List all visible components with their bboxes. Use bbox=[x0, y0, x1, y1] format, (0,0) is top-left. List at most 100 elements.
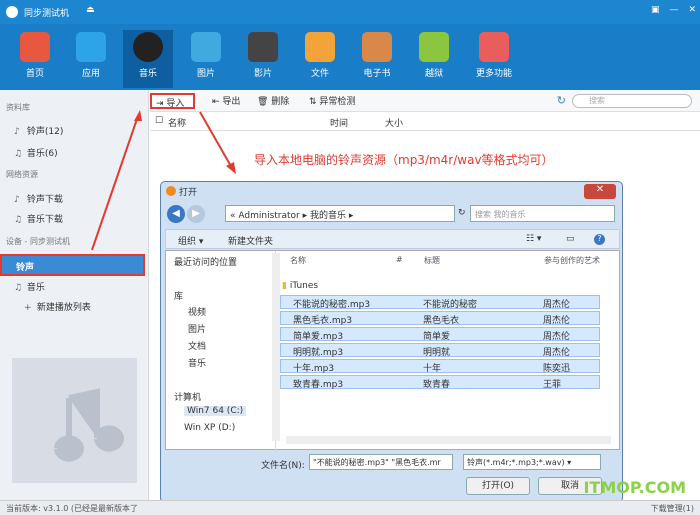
minimize-button[interactable]: — bbox=[669, 5, 678, 15]
select-all-checkbox[interactable]: ☐ bbox=[155, 116, 163, 126]
tool-files[interactable]: 文件 bbox=[295, 30, 345, 88]
help-icon[interactable]: ? bbox=[594, 234, 605, 245]
app-logo-icon bbox=[6, 6, 18, 18]
ebook-icon bbox=[362, 32, 392, 62]
app-window: 同步测试机 ⏏ ▣ — ✕ 首页 应用 音乐 图片 影片 文件 电子书 越狱 更… bbox=[0, 0, 700, 515]
file-artist: 陈奕迅 bbox=[543, 364, 571, 374]
sidebar: 资料库 ♪ 铃声(12) ♫ 音乐(6) 网络资源 ♪ 铃声下载 ♫ 音乐下载 … bbox=[0, 90, 149, 503]
file-name: 不能说的秘密.mp3 bbox=[293, 300, 371, 310]
refresh-icon[interactable]: ↻ bbox=[458, 208, 466, 218]
col-number[interactable]: # bbox=[396, 255, 403, 264]
back-button[interactable]: ◀ bbox=[167, 205, 185, 223]
col-name[interactable]: 名称 bbox=[290, 255, 306, 266]
file-row[interactable]: 明明就.mp3 明明就 周杰伦 bbox=[280, 343, 600, 358]
tool-apps[interactable]: 应用 bbox=[66, 30, 116, 88]
sidebar-item-music-download[interactable]: ♫ 音乐下载 bbox=[14, 212, 63, 225]
nav-documents[interactable]: 文档 bbox=[188, 339, 206, 352]
new-folder-button[interactable]: 新建文件夹 bbox=[228, 234, 273, 247]
import-button[interactable]: ⇥ 导入 bbox=[150, 93, 195, 109]
sidebar-item-label: 铃声 bbox=[16, 263, 35, 273]
window-controls: ▣ — ✕ bbox=[651, 5, 696, 15]
dialog-close-button[interactable]: ✕ bbox=[584, 184, 616, 199]
sidebar-section-online: 网络资源 bbox=[6, 170, 38, 179]
file-title: 不能说的秘密 bbox=[423, 300, 478, 310]
download-manager-button[interactable]: 下载管理(1) bbox=[651, 503, 694, 514]
nav-drive-d[interactable]: Win XP (D:) bbox=[184, 423, 235, 433]
photos-icon bbox=[191, 32, 221, 62]
music-placeholder-art bbox=[12, 358, 137, 483]
tool-photos[interactable]: 图片 bbox=[181, 30, 231, 88]
file-row[interactable]: 十年.mp3 十年 陈奕迅 bbox=[280, 359, 600, 374]
nav-videos[interactable]: 视频 bbox=[188, 305, 206, 318]
more-features-icon bbox=[479, 32, 509, 62]
export-button[interactable]: ⇤ 导出 bbox=[208, 93, 244, 109]
music-note-icon: ♫ bbox=[14, 283, 23, 293]
nav-drive-c[interactable]: Win7 64 (C:) bbox=[184, 406, 247, 416]
filetype-select[interactable]: 铃声(*.m4r;*.mp3;*.wav) ▾ bbox=[463, 454, 601, 470]
file-row[interactable]: 黑色毛衣.mp3 黑色毛衣 周杰伦 bbox=[280, 311, 600, 326]
file-name: 黑色毛衣.mp3 bbox=[293, 316, 353, 326]
tool-label: 越狱 bbox=[424, 69, 443, 79]
col-size[interactable]: 大小 bbox=[385, 116, 403, 129]
col-name[interactable]: 名称 bbox=[168, 116, 186, 129]
dialog-search-input[interactable]: 搜索 我的音乐 bbox=[470, 205, 615, 222]
nav-libraries[interactable]: 库 bbox=[174, 289, 183, 302]
col-title[interactable]: 标题 bbox=[424, 255, 440, 266]
col-artist[interactable]: 参与创作的艺术 bbox=[544, 255, 600, 266]
tool-ebooks[interactable]: 电子书 bbox=[352, 30, 402, 88]
file-row[interactable]: 不能说的秘密.mp3 不能说的秘密 周杰伦 bbox=[280, 295, 600, 310]
forward-button[interactable]: ▶ bbox=[187, 205, 205, 223]
file-row[interactable]: 简单爱.mp3 简单爱 周杰伦 bbox=[280, 327, 600, 342]
delete-button[interactable]: 🗑 删除 bbox=[253, 93, 293, 109]
path-segment[interactable]: 我的音乐 bbox=[310, 211, 346, 221]
eject-icon[interactable]: ⏏ bbox=[86, 5, 95, 15]
view-options-icon[interactable]: ☷ ▾ bbox=[526, 234, 541, 244]
file-row[interactable]: 致青春.mp3 致青春 王菲 bbox=[280, 375, 600, 390]
sidebar-item-music[interactable]: ♫ 音乐(6) bbox=[14, 146, 58, 159]
file-artist: 周杰伦 bbox=[543, 316, 571, 326]
restore-button[interactable]: ▣ bbox=[651, 5, 660, 15]
preview-pane-icon[interactable]: ▭ bbox=[566, 234, 575, 244]
dialog-body: 最近访问的位置 库 视频 图片 文档 音乐 计算机 Win7 64 (C:) W… bbox=[165, 250, 620, 450]
sidebar-item-ringtones[interactable]: ♪ 铃声(12) bbox=[14, 124, 63, 137]
tool-jailbreak[interactable]: 越狱 bbox=[409, 30, 459, 88]
refresh-icon[interactable]: ↻ bbox=[557, 94, 566, 107]
address-bar[interactable]: « Administrator ▸ 我的音乐 ▸ bbox=[225, 205, 455, 222]
file-list: 名称 # 标题 参与创作的艺术 ▮ iTunes 不能说的秘密.mp3 不能说的秘… bbox=[278, 251, 620, 450]
organize-button[interactable]: 组织 ▾ bbox=[178, 234, 203, 247]
tool-music[interactable]: 音乐 bbox=[123, 30, 173, 88]
tool-home[interactable]: 首页 bbox=[10, 30, 60, 88]
file-artist: 周杰伦 bbox=[543, 300, 571, 310]
nav-pictures[interactable]: 图片 bbox=[188, 322, 206, 335]
nav-music[interactable]: 音乐 bbox=[188, 356, 206, 369]
anomaly-label: 异常检测 bbox=[319, 97, 356, 107]
nav-recent[interactable]: 最近访问的位置 bbox=[174, 255, 237, 268]
close-button[interactable]: ✕ bbox=[688, 5, 696, 15]
anomaly-check-button[interactable]: ⇅ 异常检测 bbox=[305, 93, 359, 109]
sidebar-item-device-ringtones[interactable]: 铃声 bbox=[0, 254, 145, 276]
list-header: ☐ 名称 时间 大小 bbox=[150, 113, 700, 131]
tool-label: 应用 bbox=[81, 69, 100, 79]
col-time[interactable]: 时间 bbox=[330, 116, 348, 129]
status-bar: 当前版本: v3.1.0 (已经是最新版本了 下载管理(1) bbox=[0, 500, 700, 515]
path-segment[interactable]: Administrator bbox=[238, 211, 299, 221]
filename-input[interactable]: "不能说的秘密.mp3" "黑色毛衣.mr bbox=[309, 454, 453, 470]
tool-label: 电子书 bbox=[363, 69, 391, 79]
folder-itunes[interactable]: ▮ iTunes bbox=[282, 281, 318, 291]
horizontal-scrollbar[interactable] bbox=[286, 436, 611, 444]
music-note-icon: ♫ bbox=[14, 215, 23, 225]
nav-computer[interactable]: 计算机 bbox=[174, 390, 201, 403]
folder-name: iTunes bbox=[289, 281, 319, 291]
search-input[interactable]: 搜索 bbox=[572, 94, 692, 108]
sidebar-item-ringtone-download[interactable]: ♪ 铃声下载 bbox=[14, 192, 63, 205]
filetype-value: 铃声(*.m4r;*.mp3;*.wav) bbox=[467, 458, 565, 467]
sidebar-item-device-music[interactable]: ♫ 音乐 bbox=[14, 280, 45, 293]
open-button[interactable]: 打开(O) bbox=[466, 477, 530, 495]
file-name: 明明就.mp3 bbox=[293, 348, 344, 358]
list-toolbar: ⇥ 导入 ⇤ 导出 🗑 删除 ⇅ 异常检测 ↻ 搜索 bbox=[150, 90, 700, 112]
sidebar-item-new-playlist[interactable]: + 新建播放列表 bbox=[24, 300, 91, 313]
tool-more[interactable]: 更多功能 bbox=[466, 30, 522, 88]
tool-movies[interactable]: 影片 bbox=[238, 30, 288, 88]
tool-label: 首页 bbox=[25, 69, 44, 79]
tool-label: 音乐 bbox=[138, 69, 157, 79]
